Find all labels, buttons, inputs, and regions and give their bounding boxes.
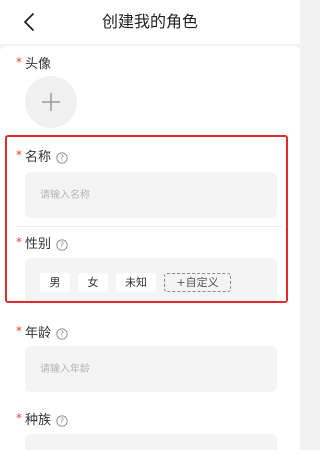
required-mark: * xyxy=(16,324,22,338)
help-icon[interactable]: ? xyxy=(56,328,68,340)
page-title: 创建我的角色 xyxy=(101,12,198,31)
gender-label-text: 性别 xyxy=(25,237,52,252)
help-icon[interactable]: ? xyxy=(56,239,68,251)
svg-text:?: ? xyxy=(60,417,64,426)
name-label-text: 名称 xyxy=(25,150,52,165)
avatar-label-text: 头像 xyxy=(25,57,52,72)
required-mark: * xyxy=(16,235,22,249)
age-label-text: 年龄 xyxy=(25,326,52,341)
race-label-text: 种族 xyxy=(25,413,52,428)
name-label: * 名称 ? xyxy=(16,148,68,167)
required-mark: * xyxy=(16,148,22,162)
gender-custom-button[interactable]: +自定义 xyxy=(164,273,231,292)
plus-icon xyxy=(42,93,60,111)
nav-bar: 创建我的角色 xyxy=(0,0,300,44)
divider xyxy=(16,226,284,227)
race-input[interactable] xyxy=(25,434,277,450)
race-label: * 种族 ? xyxy=(16,411,68,430)
add-avatar-button[interactable] xyxy=(25,76,77,128)
gender-options: 男 女 未知 +自定义 xyxy=(25,258,277,304)
gender-option-unknown[interactable]: 未知 xyxy=(116,273,156,292)
gender-option-male[interactable]: 男 xyxy=(40,273,70,292)
avatar-label: * 头像 xyxy=(16,55,52,74)
required-mark: * xyxy=(16,55,22,69)
svg-text:?: ? xyxy=(60,154,64,163)
gender-option-female[interactable]: 女 xyxy=(78,273,108,292)
help-icon[interactable]: ? xyxy=(56,152,68,164)
help-icon[interactable]: ? xyxy=(56,415,68,427)
gender-label: * 性别 ? xyxy=(16,235,68,254)
age-label: * 年龄 ? xyxy=(16,324,68,343)
age-input[interactable] xyxy=(25,346,277,392)
svg-text:?: ? xyxy=(60,330,64,339)
required-mark: * xyxy=(16,411,22,425)
name-input[interactable] xyxy=(25,172,277,218)
svg-text:?: ? xyxy=(60,241,64,250)
